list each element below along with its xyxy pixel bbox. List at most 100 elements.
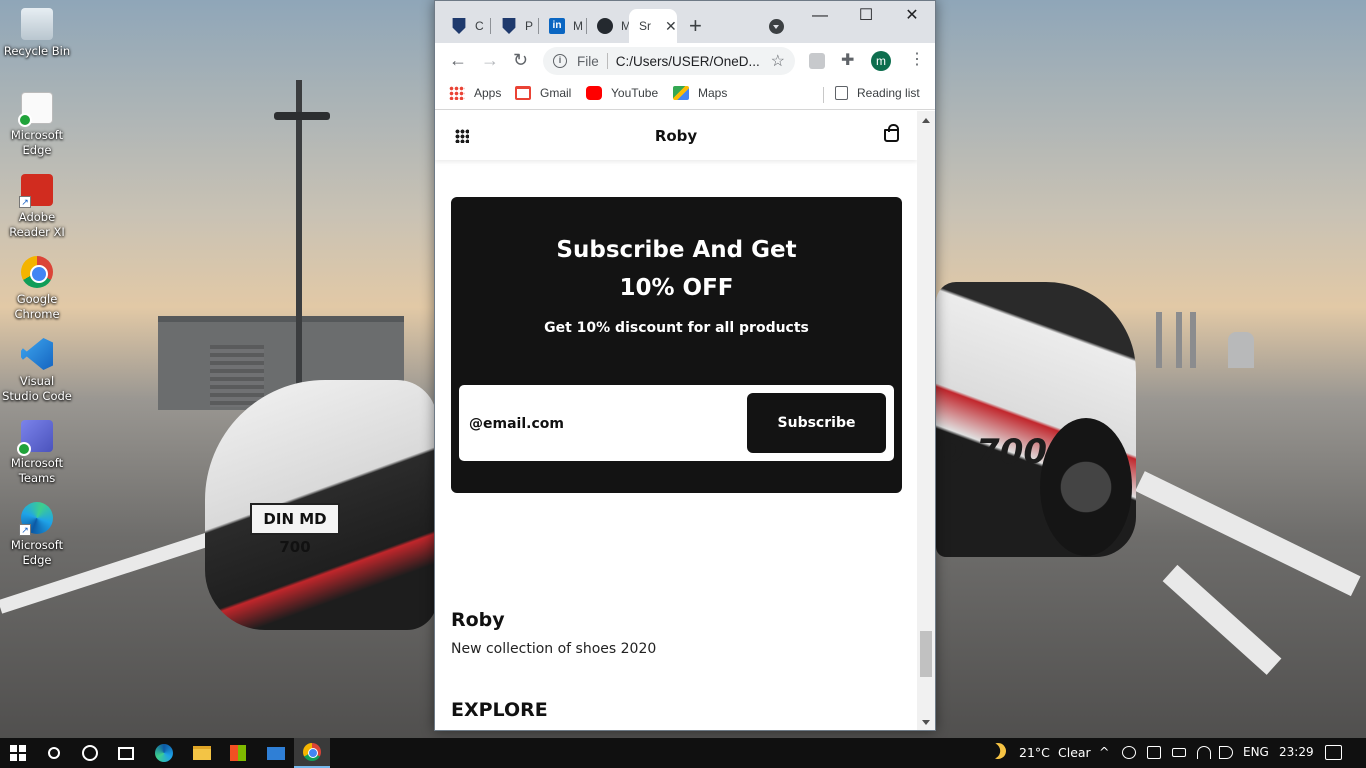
wallpaper-parking-stripe [1162,564,1282,675]
desktop-icon-google-chrome[interactable]: Google Chrome [0,256,74,322]
wallpaper-car-decal: D 700 [936,432,1048,472]
tab-search-icon[interactable] [769,19,784,34]
tab-strip: C P in M M Sr ✕ + — ☐ ✕ [435,1,935,43]
desktop-icon-vscode[interactable]: Visual Studio Code [0,338,74,404]
site-brand[interactable]: Roby [435,127,917,145]
taskbar-chrome[interactable] [294,738,330,768]
subscribe-button[interactable]: Subscribe [747,393,886,453]
reading-list-button[interactable]: Reading list [835,86,920,100]
address-bar[interactable]: i File C:/Users/USER/OneD... ☆ [543,47,795,75]
email-field[interactable] [469,407,739,441]
site-header: Roby [435,111,917,160]
linkedin-icon: in [549,18,565,34]
page-scrollbar[interactable] [917,111,935,730]
taskbar-mail[interactable] [258,738,294,768]
language-indicator[interactable]: ENG [1243,745,1269,759]
bookmark-maps[interactable]: Maps [673,86,727,100]
subscribe-form: Subscribe [459,385,894,461]
scroll-down-arrow-icon[interactable] [922,720,930,725]
wallpaper-light-arm [274,112,330,120]
weather-temperature[interactable]: 21°C [1019,745,1050,760]
onedrive-icon[interactable] [1122,746,1136,759]
scroll-thumb[interactable] [920,631,932,677]
clock-time[interactable]: 23:29 [1279,745,1314,759]
bookmark-apps[interactable]: Apps [449,86,501,100]
volume-icon[interactable] [1219,746,1233,759]
folder-icon [193,746,211,760]
profile-avatar[interactable]: m [871,51,891,71]
reading-list-label: Reading list [857,86,920,100]
reload-icon[interactable]: ↻ [513,51,528,69]
store-icon [230,745,246,761]
desktop-icon-microsoft-edge-doc[interactable]: Microsoft Edge [0,92,74,158]
subscribe-description: Get 10% discount for all products [544,320,809,336]
weather-moon-icon[interactable] [987,740,1009,762]
desktop-icon-label: Microsoft Edge [10,128,64,157]
taskbar-edge[interactable] [146,738,182,768]
taskbar: 21°C Clear ^ ENG 23:29 [0,738,1366,768]
subscribe-section: Subscribe And Get 10% OFF Get 10% discou… [451,197,902,493]
back-arrow-icon[interactable]: ← [449,51,467,69]
desktop-icon-label: Microsoft Teams [10,456,64,485]
apps-icon [449,86,465,100]
bookmarks-bar: Apps Gmail YouTube Maps Reading list [435,79,935,110]
desktop-icon-microsoft-edge[interactable]: ↗ Microsoft Edge [0,502,74,568]
new-tab-button[interactable]: + [689,15,702,37]
footer-tagline: New collection of shoes 2020 [451,641,657,657]
browser-tab[interactable]: P [491,9,539,43]
reading-list-icon [835,86,848,100]
youtube-icon [586,86,602,100]
shopping-bag-icon[interactable] [884,124,899,142]
start-button[interactable] [0,738,36,768]
battery-icon[interactable] [1172,748,1186,757]
notification-icon[interactable] [1325,745,1342,760]
tab-title: M [573,19,583,33]
bookmark-label: Gmail [540,86,572,100]
desktop-icon-teams[interactable]: Microsoft Teams [0,420,74,486]
info-icon[interactable]: i [553,54,567,68]
minimize-button[interactable]: — [797,7,843,25]
scroll-up-arrow-icon[interactable] [922,118,930,123]
taskbar-file-explorer[interactable] [184,738,220,768]
adobe-reader-icon: ↗ [19,174,53,208]
sync-check-icon [18,113,32,127]
extension-icon[interactable] [809,53,825,69]
footer-brand: Roby [451,609,505,631]
browser-window: C P in M M Sr ✕ + — ☐ ✕ ← → ↻ i [434,0,936,731]
taskbar-store[interactable] [220,738,256,768]
taskbar-search-button[interactable] [36,738,72,768]
puzzle-extensions-icon[interactable]: ✚ [841,53,857,69]
task-view-icon [118,746,134,760]
weather-condition[interactable]: Clear [1058,745,1091,760]
bookmark-star-icon[interactable]: ☆ [771,51,785,71]
browser-toolbar: ← → ↻ i File C:/Users/USER/OneD... ☆ ✚ m… [435,43,935,79]
forward-arrow-icon[interactable]: → [481,51,499,69]
desktop-icon-label: Adobe Reader XI [9,210,65,239]
browser-tab[interactable]: C [441,9,491,43]
close-window-button[interactable]: ✕ [889,7,935,25]
tab-title: C [475,19,484,33]
cortana-button[interactable] [72,738,108,768]
maps-icon [673,86,689,100]
maximize-button[interactable]: ☐ [843,7,889,25]
browser-tab-active[interactable]: Sr ✕ [629,9,677,43]
wifi-icon[interactable] [1197,746,1211,759]
browser-tab[interactable]: M [587,9,629,43]
bookmark-gmail[interactable]: Gmail [515,86,571,100]
url-text[interactable]: C:/Users/USER/OneD... [616,54,761,69]
bookmark-youtube[interactable]: YouTube [586,86,658,100]
close-tab-icon[interactable]: ✕ [665,19,677,33]
tray-chevron-icon[interactable]: ^ [1099,744,1109,759]
tab-title: Sr [639,19,651,33]
desktop-icon-adobe-reader[interactable]: ↗ Adobe Reader XI [0,174,74,240]
desktop-icon-label: Visual Studio Code [2,374,72,403]
chrome-icon [303,743,321,761]
desktop-icon-recycle-bin[interactable]: Recycle Bin [0,8,74,59]
browser-tab[interactable]: in M [539,9,587,43]
bookmark-label: Maps [698,86,728,100]
task-view-button[interactable] [108,738,144,768]
menu-kebab-icon[interactable]: ⋮ [909,51,925,69]
security-icon[interactable] [1147,746,1161,759]
cortana-icon [82,745,98,761]
tab-title: P [525,19,534,33]
